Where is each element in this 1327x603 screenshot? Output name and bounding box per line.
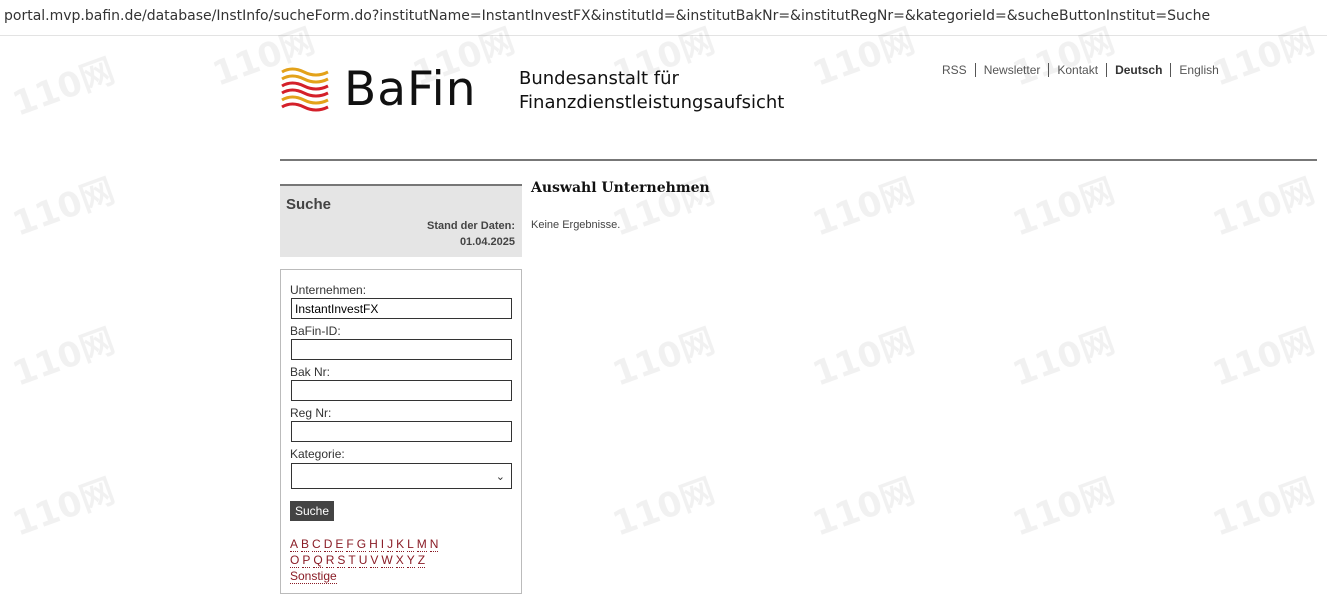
letter-link-k[interactable]: K <box>396 537 405 552</box>
watermark: 110网 <box>1207 171 1320 245</box>
letter-link-r[interactable]: R <box>325 553 335 568</box>
agency-line-2: Finanzdienstleistungsaufsicht <box>519 92 785 113</box>
search-form: Unternehmen: BaFin-ID: Bak Nr: Reg Nr: K… <box>280 269 522 594</box>
other-row: Sonstige <box>290 568 340 584</box>
bak-nr-input[interactable] <box>291 380 512 401</box>
watermark: 110网 <box>7 321 120 395</box>
letter-link-e[interactable]: E <box>335 537 344 552</box>
letter-link-u[interactable]: U <box>358 553 368 568</box>
header-divider <box>280 159 1317 161</box>
watermark: 110网 <box>1207 471 1320 545</box>
chevron-down-icon: ⌄ <box>495 471 505 483</box>
unternehmen-input[interactable] <box>291 298 512 319</box>
url-text[interactable]: portal.mvp.bafin.de/database/InstInfo/su… <box>4 8 1210 24</box>
watermark: 110网 <box>607 471 720 545</box>
nav-newsletter-link[interactable]: Newsletter <box>974 63 1049 77</box>
letter-link-z[interactable]: Z <box>417 553 426 568</box>
bafin-logo-icon[interactable] <box>280 66 330 114</box>
watermark: 110网 <box>807 321 920 395</box>
watermark: 110网 <box>807 471 920 545</box>
watermark: 110网 <box>807 171 920 245</box>
bafin-id-label: BaFin-ID: <box>290 324 341 338</box>
reg-nr-input[interactable] <box>291 421 512 442</box>
letter-link-i[interactable]: I <box>380 537 385 552</box>
letter-link-a[interactable]: A <box>290 537 299 552</box>
watermark: 110网 <box>607 171 720 245</box>
letter-link-n[interactable]: N <box>429 537 439 552</box>
letter-link-t[interactable]: T <box>348 553 356 568</box>
letter-link-b[interactable]: B <box>301 537 310 552</box>
search-submit-button[interactable]: Suche <box>290 501 334 521</box>
kategorie-label: Kategorie: <box>290 447 345 461</box>
nav-english-link[interactable]: English <box>1170 63 1226 77</box>
nav-deutsch-link[interactable]: Deutsch <box>1106 63 1170 77</box>
letter-link-d[interactable]: D <box>323 537 333 552</box>
letter-link-p[interactable]: P <box>302 553 311 568</box>
watermark: 110网 <box>1207 321 1320 395</box>
nav-kontakt-link[interactable]: Kontakt <box>1048 63 1106 77</box>
letter-link-g[interactable]: G <box>356 537 367 552</box>
letter-link-y[interactable]: Y <box>406 553 415 568</box>
page-title: Auswahl Unternehmen <box>531 180 710 196</box>
letter-link-s[interactable]: S <box>337 553 346 568</box>
top-navigation: RSS Newsletter Kontakt Deutsch English <box>936 62 1227 78</box>
data-status: Stand der Daten: 01.04.2025 <box>427 218 515 250</box>
watermark: 110网 <box>1007 321 1120 395</box>
reg-nr-label: Reg Nr: <box>290 406 332 420</box>
sonstige-link[interactable]: Sonstige <box>290 569 337 584</box>
agency-line-1: Bundesanstalt für <box>519 68 679 89</box>
watermark: 110网 <box>607 321 720 395</box>
data-status-date: 01.04.2025 <box>459 236 515 248</box>
agency-name: Bundesanstalt für Finanzdienstleistungsa… <box>519 67 784 115</box>
bafin-id-input[interactable] <box>291 339 512 360</box>
alphabet-row-1: ABCDEFGHIJKLMN <box>290 536 441 552</box>
data-status-label: Stand der Daten: <box>426 220 515 232</box>
watermark: 110网 <box>7 171 120 245</box>
bak-nr-label: Bak Nr: <box>290 365 331 379</box>
letter-link-c[interactable]: C <box>312 537 321 552</box>
letter-link-w[interactable]: W <box>381 553 393 568</box>
search-panel-header: Suche Stand der Daten: 01.04.2025 <box>280 184 522 257</box>
watermark: 110网 <box>7 471 120 545</box>
watermark: 110网 <box>7 51 120 125</box>
letter-link-l[interactable]: L <box>407 537 414 552</box>
letter-link-q[interactable]: Q <box>313 553 323 568</box>
no-results-message: Keine Ergebnisse. <box>531 219 621 231</box>
letter-link-h[interactable]: H <box>369 537 378 552</box>
watermark: 110网 <box>1007 171 1120 245</box>
letter-link-x[interactable]: X <box>395 553 404 568</box>
letter-link-f[interactable]: F <box>346 537 354 552</box>
search-panel-title: Suche <box>286 196 332 213</box>
unternehmen-label: Unternehmen: <box>290 283 367 297</box>
letter-link-o[interactable]: O <box>290 553 300 568</box>
letter-link-m[interactable]: M <box>416 537 427 552</box>
brand-wordmark[interactable]: BaFin <box>344 60 477 120</box>
kategorie-select[interactable]: ⌄ <box>291 463 512 489</box>
letter-link-j[interactable]: J <box>387 537 394 552</box>
alphabet-row-2: OPQRSTUVWXYZ <box>290 552 428 568</box>
letter-link-v[interactable]: V <box>370 553 379 568</box>
nav-rss-link[interactable]: RSS <box>936 63 975 77</box>
browser-address-bar[interactable]: portal.mvp.bafin.de/database/InstInfo/su… <box>0 0 1327 36</box>
watermark: 110网 <box>1007 471 1120 545</box>
